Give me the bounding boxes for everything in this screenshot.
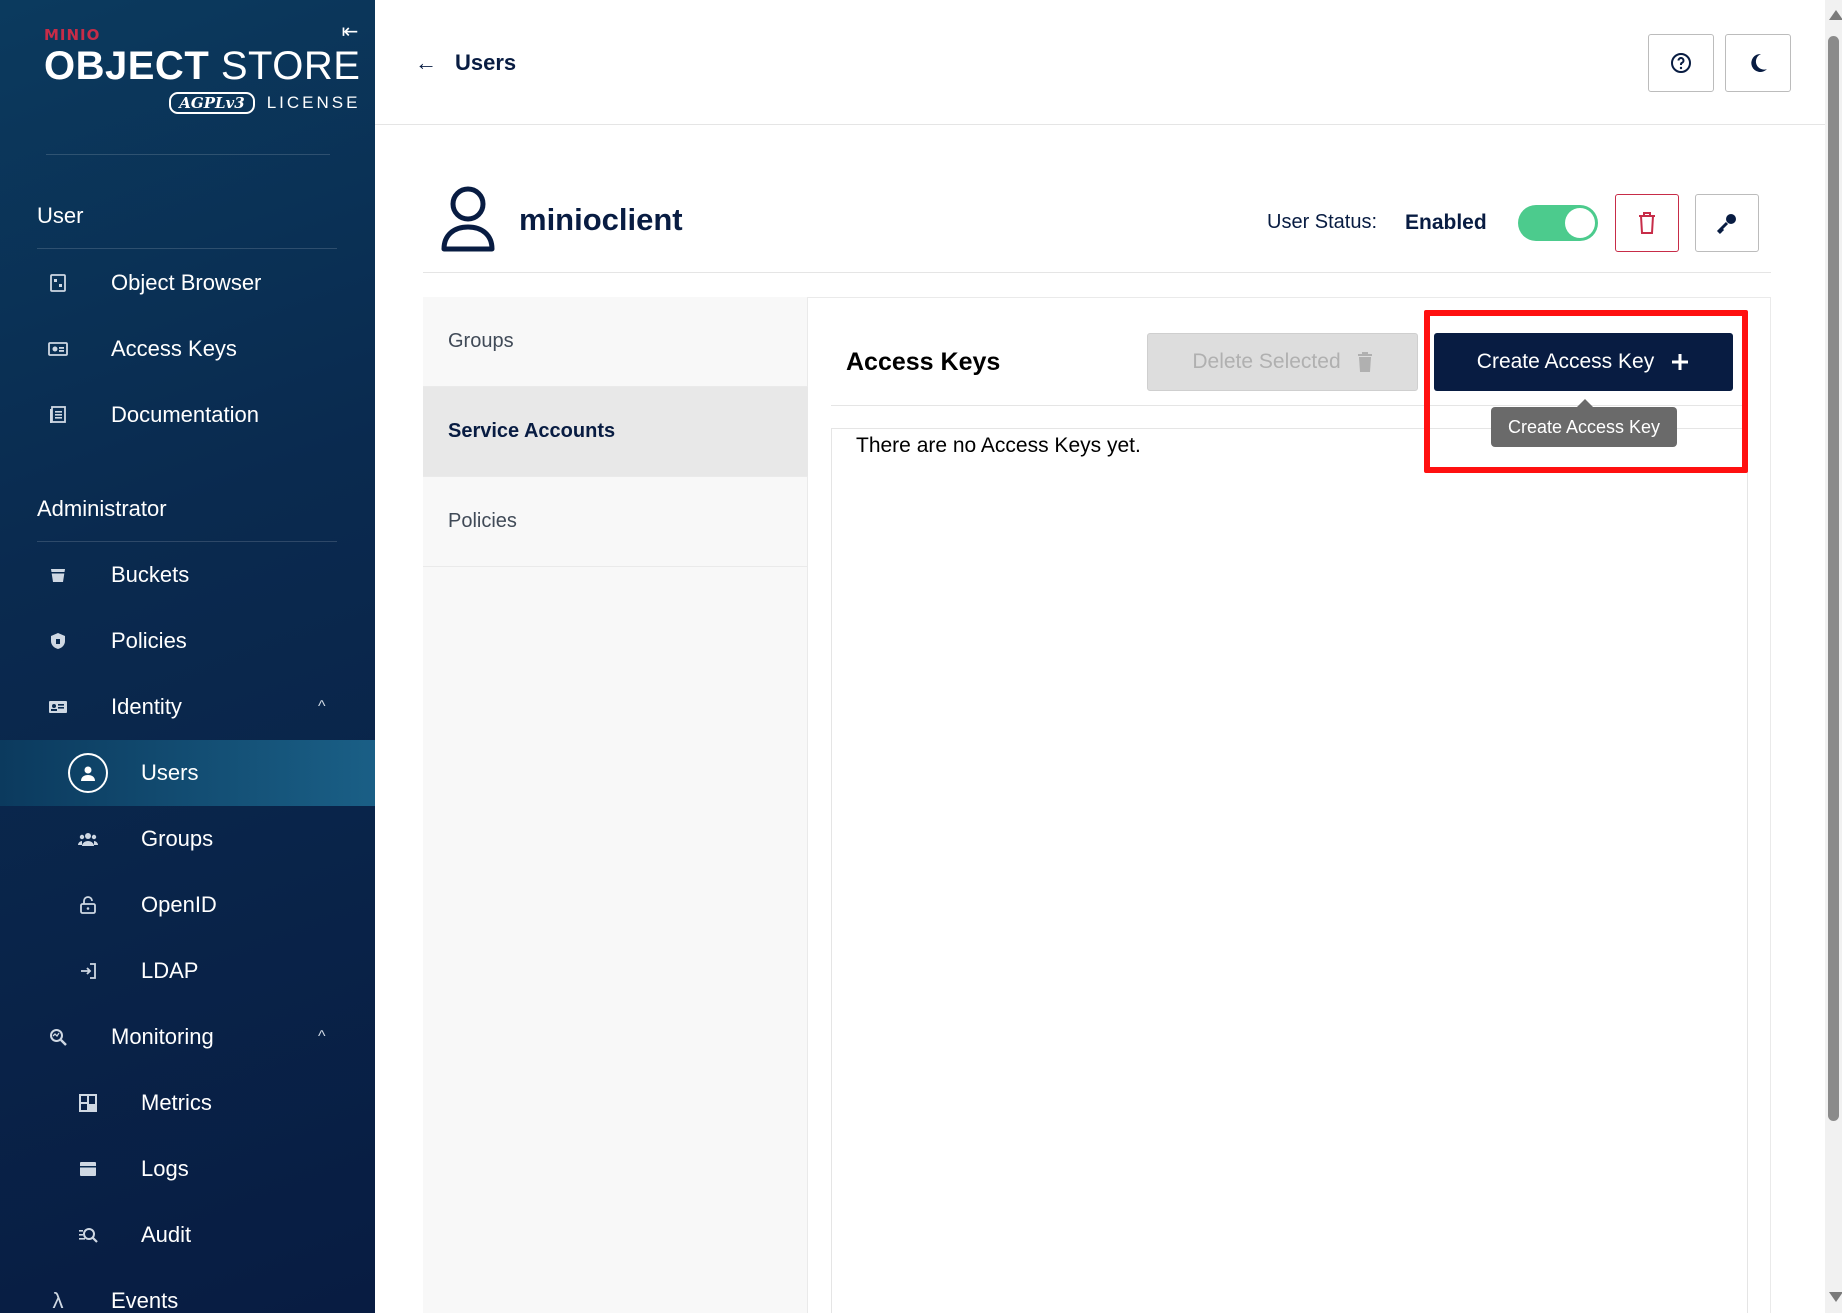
login-icon — [74, 957, 102, 985]
object-browser-icon — [44, 269, 72, 297]
section-divider — [37, 248, 337, 249]
create-access-key-tooltip: Create Access Key — [1491, 399, 1677, 447]
page-scrollbar[interactable] — [1825, 0, 1842, 1313]
user-status-label: User Status: — [1267, 211, 1378, 233]
user-tabs: Groups Service Accounts Policies — [423, 297, 808, 1313]
lambda-icon: λ — [52, 1288, 64, 1313]
sidebar-item-label: Events — [111, 1288, 179, 1313]
create-access-key-button[interactable]: Create Access Key — [1434, 333, 1733, 391]
sidebar-item-label: Logs — [141, 1156, 189, 1181]
minio-logo: MINIO OBJECT STORE AGPLv3 LICENSE — [44, 26, 360, 114]
tab-policies[interactable]: Policies — [423, 477, 808, 567]
sidebar-item-access-keys[interactable]: Access Keys — [0, 316, 375, 382]
user-circle-icon — [68, 753, 108, 793]
sidebar-item-metrics[interactable]: Metrics — [0, 1070, 375, 1136]
user-status-toggle[interactable] — [1518, 205, 1598, 241]
sidebar-item-label: Audit — [141, 1222, 192, 1247]
sidebar-item-buckets[interactable]: Buckets — [0, 542, 375, 608]
toggle-knob — [1565, 208, 1595, 238]
tab-service-accounts[interactable]: Service Accounts — [423, 387, 808, 477]
sidebar-item-ldap[interactable]: LDAP — [0, 938, 375, 1004]
back-label: Users — [455, 50, 517, 75]
sidebar-item-logs[interactable]: Logs — [0, 1136, 375, 1202]
sidebar-item-groups[interactable]: Groups — [0, 806, 375, 872]
sidebar-item-label: Object Browser — [111, 270, 262, 295]
collapse-sidebar-icon[interactable]: ⇤ — [338, 20, 362, 44]
chevron-up-icon: ^ — [318, 1028, 326, 1045]
access-keys-icon — [44, 335, 72, 363]
sidebar-item-monitoring[interactable]: Monitoring ^ — [0, 1004, 375, 1070]
sidebar-item-label: Buckets — [111, 562, 190, 587]
section-title: Access Keys — [846, 348, 1001, 376]
key-icon — [1716, 214, 1736, 235]
sidebar-divider — [46, 154, 330, 155]
sidebar-item-events[interactable]: λ Events — [0, 1268, 375, 1313]
sidebar-item-policies[interactable]: Policies — [0, 608, 375, 674]
user-avatar-icon — [441, 186, 495, 252]
tab-groups[interactable]: Groups — [423, 297, 808, 387]
dark-mode-button[interactable] — [1725, 34, 1791, 92]
license-label: LICENSE — [266, 93, 361, 112]
audit-icon — [74, 1221, 102, 1249]
agpl-badge: AGPLv3 — [169, 92, 255, 114]
delete-selected-label: Delete Selected — [1192, 350, 1341, 373]
logs-icon — [74, 1155, 102, 1183]
section-user: User — [37, 203, 84, 228]
groups-icon — [74, 825, 102, 853]
page-header: ← Users — [375, 0, 1825, 125]
license-row: AGPLv3 LICENSE — [44, 92, 360, 114]
sidebar-item-label: Monitoring — [111, 1024, 214, 1049]
moon-icon — [1751, 53, 1767, 72]
title-divider — [423, 272, 1771, 273]
buckets-icon — [44, 561, 72, 589]
sidebar-item-label: Access Keys — [111, 336, 237, 361]
empty-message: There are no Access Keys yet. — [856, 434, 1141, 457]
sidebar-item-label: Groups — [141, 826, 214, 851]
sidebar-item-documentation[interactable]: Documentation — [0, 382, 375, 448]
sidebar: MINIO OBJECT STORE AGPLv3 LICENSE ⇤ User… — [0, 0, 375, 1313]
arrow-left-icon: ← — [415, 50, 437, 75]
shield-icon — [44, 627, 72, 655]
section-administrator: Administrator — [37, 496, 167, 521]
page-title: minioclient — [519, 202, 683, 237]
help-button[interactable] — [1648, 34, 1714, 92]
trash-icon — [1357, 352, 1372, 372]
sidebar-item-label: LDAP — [141, 958, 199, 983]
sidebar-item-label: OpenID — [141, 892, 217, 917]
scroll-thumb[interactable] — [1828, 36, 1839, 1121]
metrics-grid-icon — [74, 1089, 102, 1117]
sidebar-item-label: Metrics — [141, 1090, 212, 1115]
sidebar-item-users[interactable]: Users — [0, 740, 375, 806]
help-icon — [1671, 53, 1691, 73]
brand-name: MINIO — [44, 26, 101, 44]
documentation-icon — [44, 401, 72, 429]
sidebar-item-label: Policies — [111, 628, 187, 653]
delete-selected-button[interactable]: Delete Selected — [1147, 333, 1418, 391]
sidebar-item-label: Users — [141, 760, 199, 785]
identity-card-icon — [44, 693, 72, 721]
monitoring-search-icon — [44, 1023, 72, 1051]
plus-icon — [1672, 354, 1689, 370]
scroll-up-arrow-icon[interactable] — [1829, 10, 1842, 20]
create-access-key-label: Create Access Key — [1476, 350, 1655, 373]
lock-open-icon — [74, 891, 102, 919]
chevron-up-icon: ^ — [318, 698, 326, 715]
sidebar-item-object-browser[interactable]: Object Browser — [0, 250, 375, 316]
access-keys-list — [831, 428, 1748, 1313]
change-password-button[interactable] — [1695, 194, 1759, 252]
sidebar-item-openid[interactable]: OpenID — [0, 872, 375, 938]
scroll-down-arrow-icon[interactable] — [1829, 1292, 1842, 1302]
sidebar-item-label: Documentation — [111, 402, 259, 427]
user-status-value: Enabled — [1405, 211, 1487, 234]
content-divider — [831, 405, 1748, 406]
sidebar-item-identity[interactable]: Identity ^ — [0, 674, 375, 740]
product-name: OBJECT STORE — [44, 44, 361, 88]
trash-icon — [1639, 212, 1655, 234]
sidebar-item-label: Identity — [111, 694, 182, 719]
back-to-users-link[interactable]: ← Users — [415, 50, 516, 76]
delete-user-button[interactable] — [1615, 194, 1679, 252]
sidebar-item-audit[interactable]: Audit — [0, 1202, 375, 1268]
